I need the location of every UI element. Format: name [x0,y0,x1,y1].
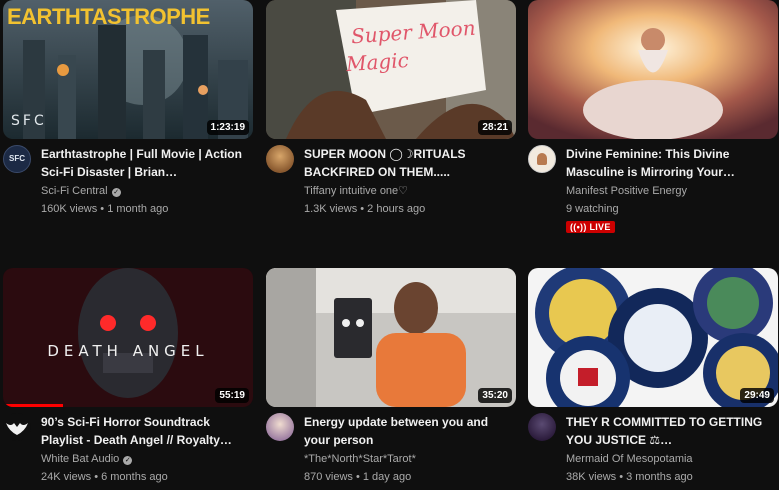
channel-name-text: White Bat Audio [41,453,120,465]
video-title[interactable]: THEY R COMMITTED TO GETTING YOU JUSTICE … [566,414,776,449]
bat-icon [6,423,28,435]
video-duration: 35:20 [478,388,512,403]
video-title[interactable]: SUPER MOON ◯☽RITUALS BACKFIRED ON THEM..… [304,146,514,181]
thumbnail-handwriting-2: Magic [345,47,410,77]
video-meta: 9 watching [566,203,619,215]
thumbnail-image [528,0,778,139]
thumbnail-title-text: DEATH ANGEL [47,342,209,360]
channel-name[interactable]: White Bat Audio ✓ [41,452,133,467]
channel-name-text: Tiffany intuitive one♡ [304,185,409,197]
live-broadcast-icon: ((•)) [570,222,587,232]
meditation-figure-icon [537,153,547,165]
channel-name[interactable]: Sci-Fi Central ✓ [41,184,121,199]
channel-avatar[interactable] [528,413,556,441]
video-meta: 38K views • 3 months ago [566,471,693,483]
channel-name[interactable]: Manifest Positive Energy [566,184,687,199]
channel-name[interactable]: Tiffany intuitive one♡ [304,184,408,199]
channel-name-text: Sci-Fi Central [41,185,108,197]
video-thumbnail[interactable]: Super Moon Magic 28:21 [266,0,516,139]
watch-progress-bar [3,404,63,407]
video-thumbnail[interactable] [528,0,778,139]
video-meta: 870 views • 1 day ago [304,471,412,483]
channel-avatar[interactable] [3,413,31,441]
video-duration: 28:21 [478,120,512,135]
channel-name-text: Manifest Positive Energy [566,185,688,197]
avatar-text: SFC [9,154,25,163]
live-label: LIVE [589,222,611,232]
verified-check-icon: ✓ [111,188,121,197]
channel-avatar[interactable] [266,413,294,441]
video-meta: 160K views • 1 month ago [41,203,169,215]
verified-check-icon: ✓ [123,456,133,465]
video-duration: 55:19 [215,388,249,403]
video-thumbnail[interactable]: EARTHTASTROPHE SFC 1:23:19 [3,0,253,139]
video-title[interactable]: 90’s Sci-Fi Horror Soundtrack Playlist -… [41,414,251,449]
video-duration: 1:23:19 [206,120,249,135]
thumbnail-brand-text: SFC [11,113,47,129]
video-meta: 1.3K views • 2 hours ago [304,203,426,215]
video-thumbnail[interactable]: 35:20 [266,268,516,407]
channel-name-text: *The*North*Star*Tarot* [304,453,416,465]
video-thumbnail[interactable]: 29:49 [528,268,778,407]
thumbnail-title-text: EARTHTASTROPHE [7,4,210,29]
live-badge: ((•)) LIVE [566,221,615,233]
video-meta: 24K views • 6 months ago [41,471,168,483]
video-title[interactable]: Divine Feminine: This Divine Masculine i… [566,146,776,181]
thumbnail-image [3,268,253,407]
channel-name-text: Mermaid Of Mesopotamia [566,453,693,465]
video-duration: 29:49 [740,388,774,403]
channel-name[interactable]: *The*North*Star*Tarot* [304,452,416,467]
channel-name[interactable]: Mermaid Of Mesopotamia [566,452,693,467]
channel-avatar[interactable] [266,145,294,173]
channel-avatar[interactable]: SFC [3,145,31,173]
channel-avatar[interactable] [528,145,556,173]
thumbnail-image [266,268,516,407]
thumbnail-image [528,268,778,407]
video-title[interactable]: Earthtastrophe | Full Movie | Action Sci… [41,146,251,181]
video-thumbnail[interactable]: DEATH ANGEL 55:19 [3,268,253,407]
video-title[interactable]: Energy update between you and your perso… [304,414,514,449]
